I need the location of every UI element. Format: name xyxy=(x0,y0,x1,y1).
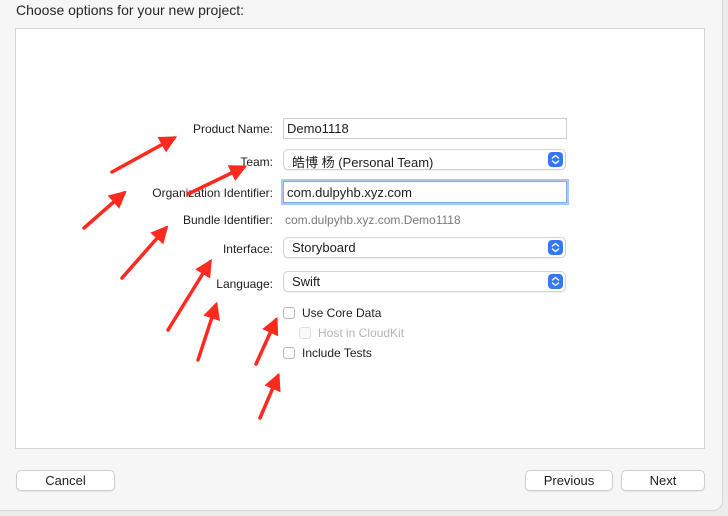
annotation-arrows xyxy=(82,136,281,420)
annotation-arrow xyxy=(258,372,281,420)
annotation-arrow xyxy=(110,136,178,174)
annotation-arrow xyxy=(254,316,279,366)
annotation-arrow xyxy=(166,259,212,332)
annotation-arrow xyxy=(82,190,127,230)
annotation-arrow xyxy=(120,225,169,280)
annotation-arrow xyxy=(186,165,248,196)
annotation-arrow xyxy=(196,301,220,362)
